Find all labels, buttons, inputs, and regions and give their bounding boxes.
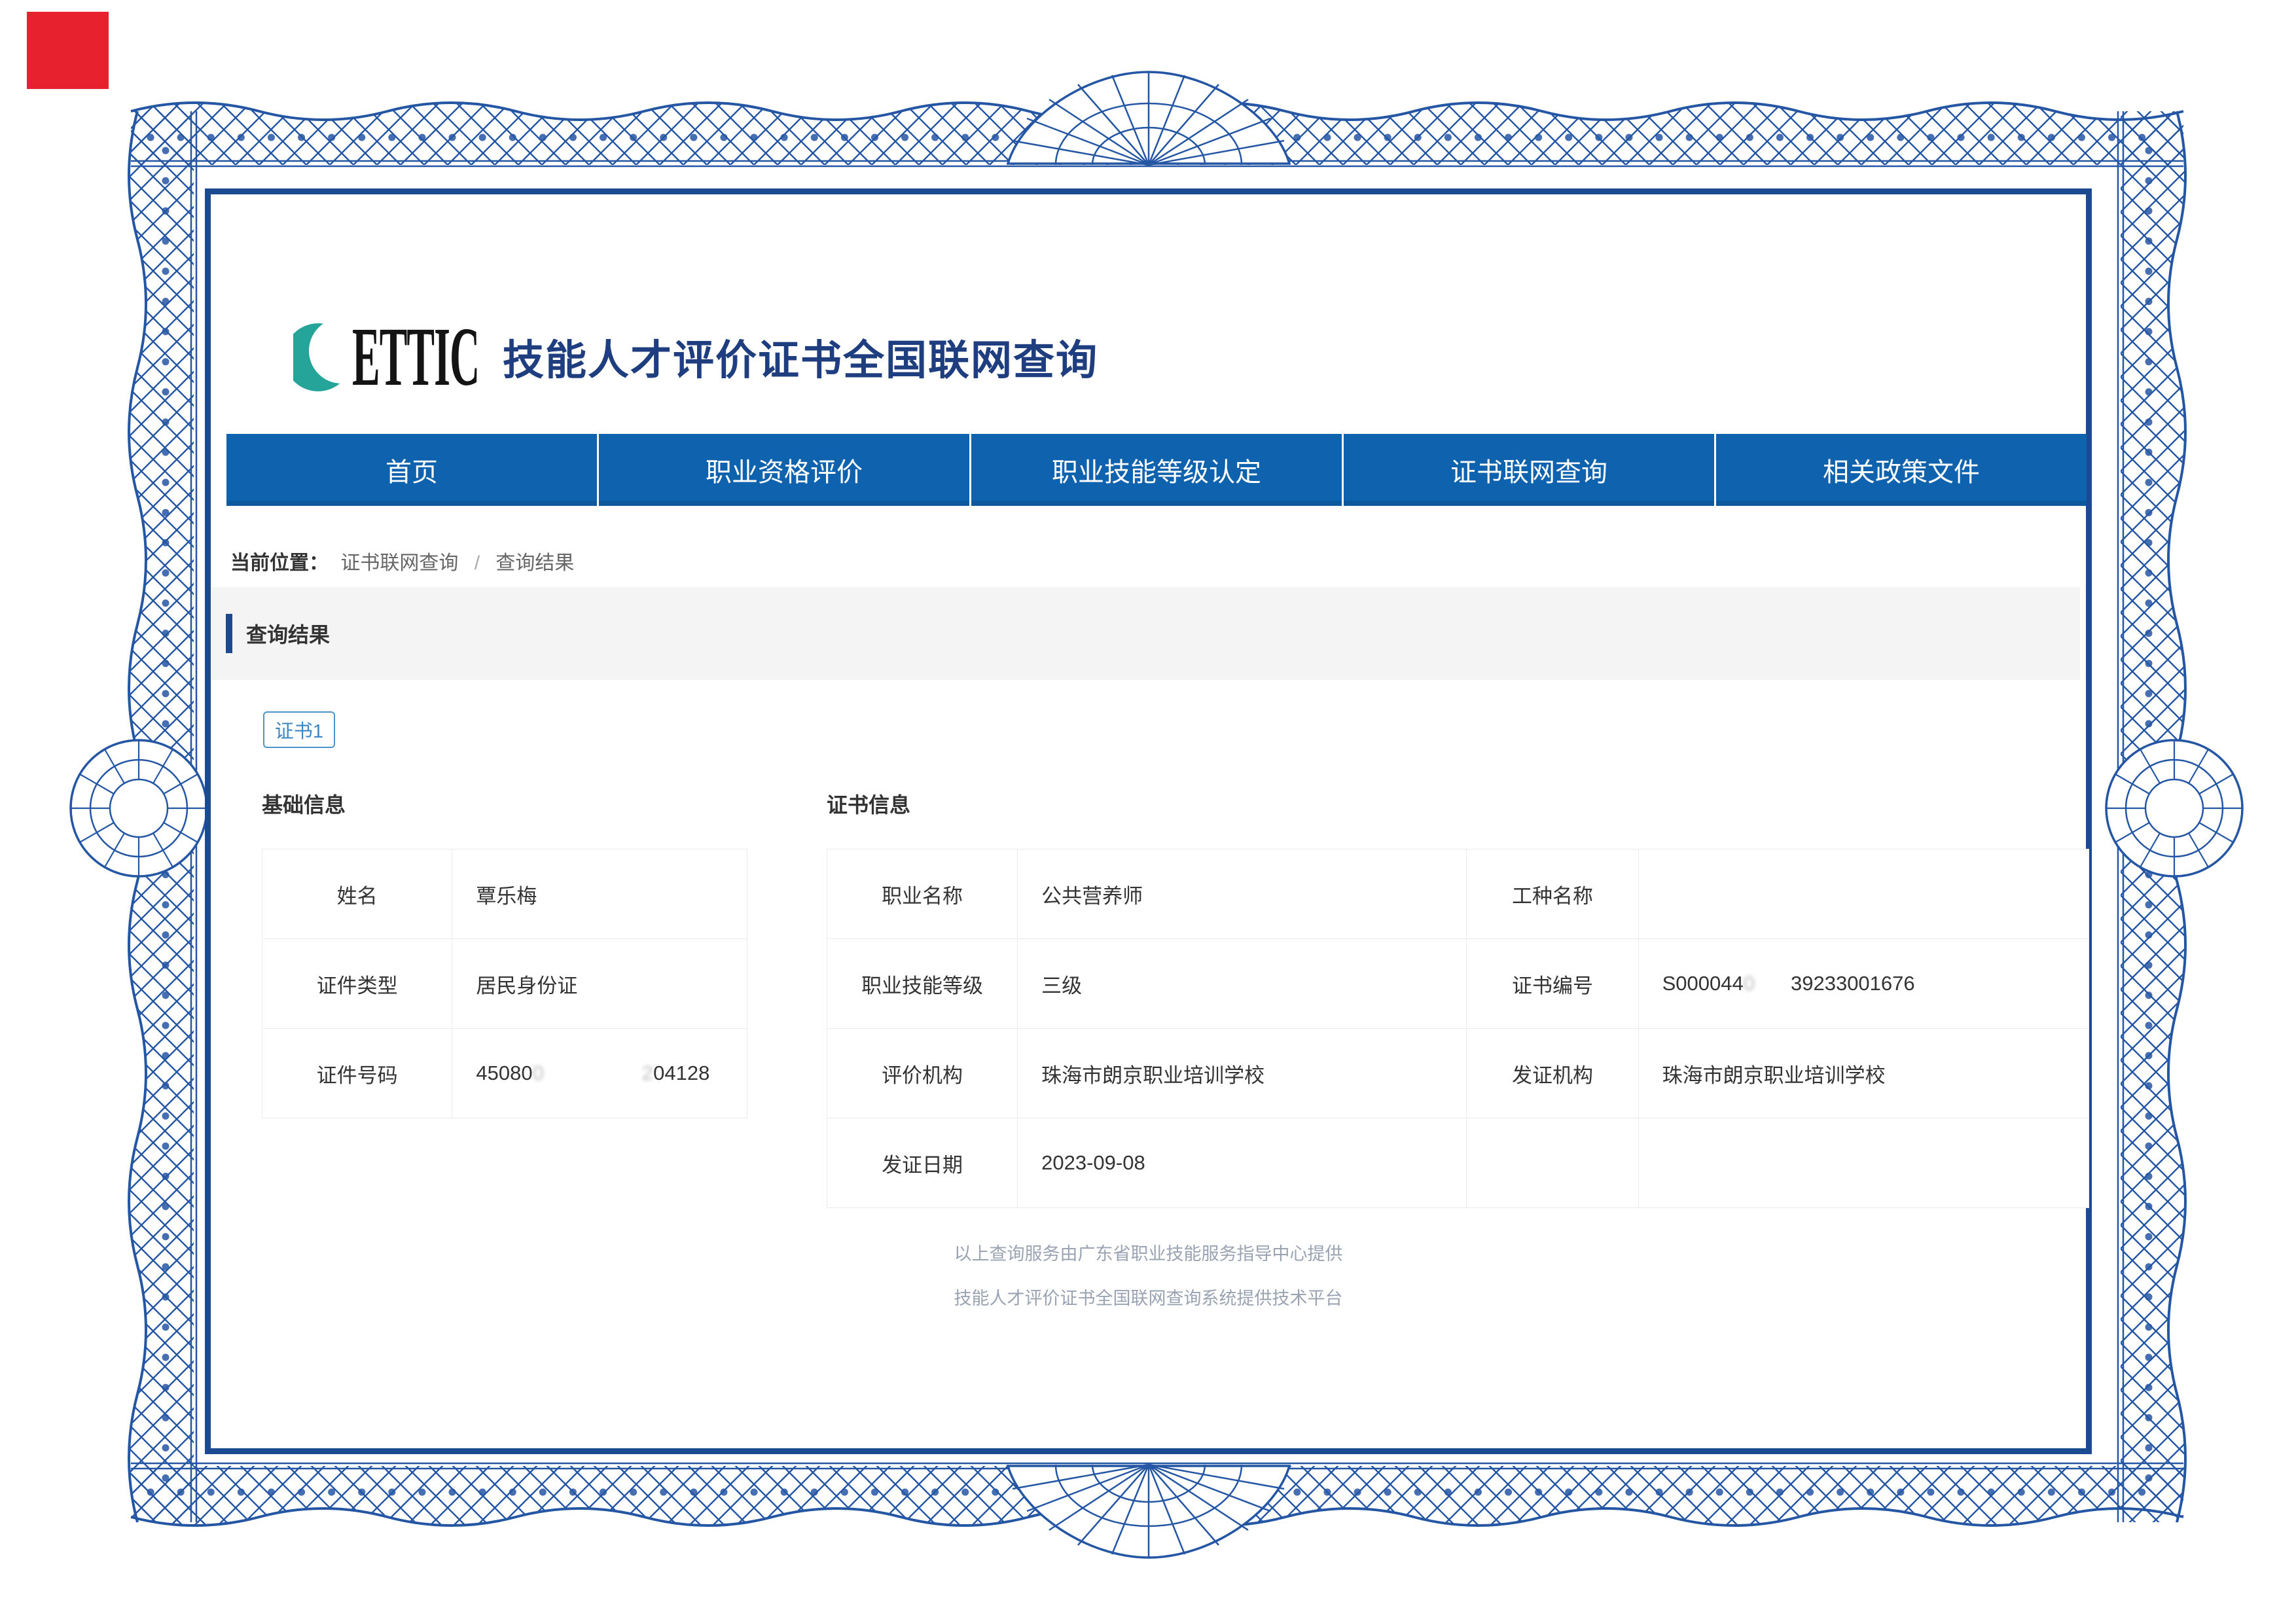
- breadcrumb-separator: /: [475, 552, 480, 574]
- masked-digits: 0: [1744, 972, 1755, 995]
- nav-item-cert-query[interactable]: 证书联网查询: [1342, 434, 1714, 506]
- nav-item-home[interactable]: 首页: [226, 434, 597, 506]
- field-label: 发证机构: [1467, 1029, 1638, 1118]
- table-row: 证件号码 450800204128: [262, 1029, 747, 1118]
- field-value: 2023-09-08: [1018, 1118, 1467, 1208]
- logo-text: ETTIC: [352, 315, 483, 399]
- section-title: 查询结果: [246, 618, 330, 649]
- breadcrumb-current: 查询结果: [495, 552, 574, 574]
- field-value: 珠海市朗京职业培训学校: [1638, 1029, 2089, 1118]
- page-panel: ETTIC 技能人才评价证书全国联网查询 首页 职业资格评价 职业技能等级认定 …: [205, 188, 2092, 1454]
- basic-info-title: 基础信息: [262, 789, 346, 819]
- main-nav: 首页 职业资格评价 职业技能等级认定 证书联网查询 相关政策文件: [226, 434, 2087, 506]
- breadcrumb-label: 当前位置：: [230, 552, 329, 574]
- field-value-cert-number: S000044039233001676: [1638, 939, 2089, 1029]
- field-label: 发证日期: [827, 1118, 1018, 1208]
- breadcrumb-link-cert-query[interactable]: 证书联网查询: [340, 552, 458, 574]
- footer-platform-line: 技能人才评价证书全国联网查询系统提供技术平台: [211, 1284, 2086, 1310]
- nav-item-skill-level[interactable]: 职业技能等级认定: [969, 434, 1342, 506]
- breadcrumb: 当前位置： 证书联网查询 / 查询结果: [230, 546, 574, 575]
- masked-digits: 0: [533, 1061, 544, 1084]
- masked-digits: 2: [642, 1061, 653, 1084]
- ettic-crescent-icon: [293, 312, 348, 402]
- field-value: 公共营养师: [1018, 849, 1467, 939]
- table-row: 职业名称 公共营养师 工种名称: [827, 849, 2089, 939]
- section-accent-bar: [226, 614, 232, 653]
- field-value: [1638, 1118, 2089, 1208]
- cert-info-title: 证书信息: [827, 789, 910, 819]
- red-marker: [27, 12, 109, 89]
- field-label: 姓名: [262, 849, 452, 939]
- field-value: [1638, 849, 2089, 939]
- top-fan-ornament: [1008, 72, 1289, 165]
- table-row: 证件类型 居民身份证: [262, 939, 747, 1029]
- field-value: 居民身份证: [452, 939, 747, 1029]
- nav-item-policy-docs[interactable]: 相关政策文件: [1714, 434, 2087, 506]
- field-label: 职业技能等级: [827, 939, 1018, 1029]
- field-label: 评价机构: [827, 1029, 1018, 1118]
- nav-item-qualification-eval[interactable]: 职业资格评价: [597, 434, 969, 506]
- right-rosette-ornament: [2106, 740, 2242, 876]
- section-header: 查询结果: [211, 587, 2080, 680]
- left-rosette-ornament: [71, 740, 207, 876]
- field-label: 工种名称: [1467, 849, 1638, 939]
- field-value: 珠海市朗京职业培训学校: [1018, 1029, 1467, 1118]
- table-row: 姓名 覃乐梅: [262, 849, 747, 939]
- field-label: 证书编号: [1467, 939, 1638, 1029]
- page-root: { "header": { "logo_text": "ETTIC", "sit…: [0, 0, 2296, 1623]
- field-value: 覃乐梅: [452, 849, 747, 939]
- footer-provider-line: 以上查询服务由广东省职业技能服务指导中心提供: [211, 1240, 2086, 1265]
- field-label: [1467, 1118, 1638, 1208]
- table-row: 评价机构 珠海市朗京职业培训学校 发证机构 珠海市朗京职业培训学校: [827, 1029, 2089, 1118]
- basic-info-table: 姓名 覃乐梅 证件类型 居民身份证 证件号码 450800204128: [262, 849, 747, 1118]
- field-label: 职业名称: [827, 849, 1018, 939]
- cert-tab-button[interactable]: 证书1: [263, 711, 335, 748]
- table-row: 发证日期 2023-09-08: [827, 1118, 2089, 1208]
- bottom-fan-ornament: [1008, 1465, 1289, 1558]
- field-label: 证件号码: [262, 1029, 452, 1118]
- site-logo: ETTIC 技能人才评价证书全国联网查询: [293, 304, 1098, 409]
- field-value-id-number: 450800204128: [452, 1029, 747, 1118]
- table-row: 职业技能等级 三级 证书编号 S000044039233001676: [827, 939, 2089, 1029]
- field-label: 证件类型: [262, 939, 452, 1029]
- site-title: 技能人才评价证书全国联网查询: [503, 327, 1098, 387]
- cert-info-table: 职业名称 公共营养师 工种名称 职业技能等级 三级 证书编号 S00004403…: [827, 849, 2089, 1208]
- field-value: 三级: [1018, 939, 1467, 1029]
